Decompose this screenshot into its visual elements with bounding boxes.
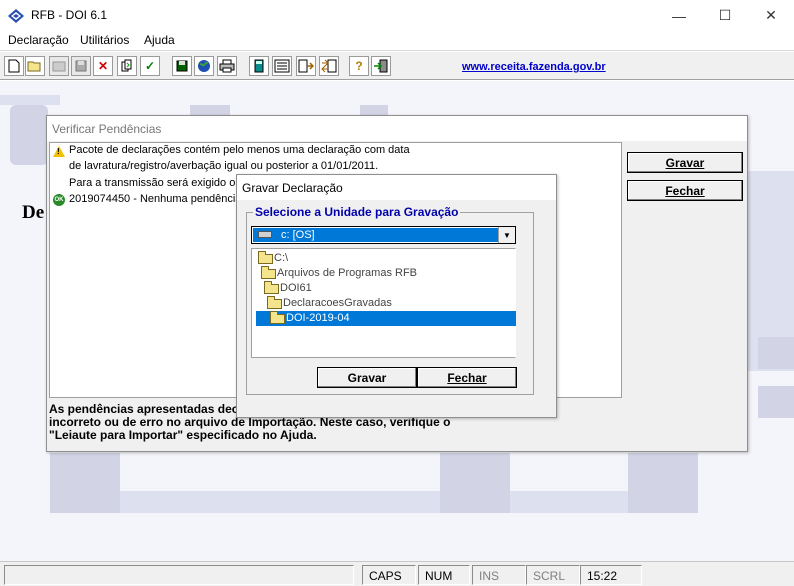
background-shape — [758, 337, 794, 369]
directory-name: DOI-2019-04 — [286, 312, 350, 324]
directory-item-selected[interactable]: DOI-2019-04 — [256, 311, 516, 326]
gravar-button-label: Gravar — [665, 155, 705, 170]
menu-utilitarios[interactable]: Utilitários — [80, 33, 129, 47]
help-icon[interactable]: ? — [349, 56, 369, 76]
background-shape — [510, 491, 628, 513]
save-disk-icon[interactable] — [172, 56, 192, 76]
scrl-indicator: SCRL — [526, 565, 580, 585]
import-icon[interactable] — [296, 56, 316, 76]
message-line: Pacote de declarações contém pelo menos … — [69, 144, 410, 156]
background-shape — [10, 105, 48, 165]
message-line: Para a transmissão será exigido o ce — [69, 177, 250, 189]
gravar-declaracao-dialog: Gravar Declaração Selecione a Unidade pa… — [236, 174, 557, 418]
validate-icon[interactable]: ✓ — [140, 56, 160, 76]
menu-bar: Declaração Utilitários Ajuda — [0, 31, 794, 51]
maximize-button[interactable]: ☐ — [702, 0, 748, 31]
minimize-button[interactable]: — — [656, 0, 702, 31]
save-icon[interactable] — [71, 56, 91, 76]
open-icon[interactable] — [25, 56, 45, 76]
menu-ajuda[interactable]: Ajuda — [144, 33, 175, 47]
close-button[interactable]: ✕ — [748, 0, 794, 31]
background-shape — [440, 453, 510, 513]
message-line: 2019074450 - Nenhuma pendência — [69, 193, 242, 205]
ins-indicator: INS — [472, 565, 526, 585]
background-text: De — [22, 202, 45, 223]
internet-icon[interactable] — [194, 56, 214, 76]
directory-name: Arquivos de Programas RFB — [277, 267, 417, 279]
toolbar: ✕ ✓ ? www.receita.fazenda.gov.br — [0, 52, 794, 80]
directory-name: DeclaracoesGravadas — [283, 297, 392, 309]
copy-icon[interactable] — [117, 56, 137, 76]
delete-icon[interactable]: ✕ — [93, 56, 113, 76]
drive-label: c: [OS] — [281, 229, 315, 241]
directory-item[interactable]: C:\ — [256, 251, 288, 266]
folder-open-icon — [267, 296, 282, 309]
print-icon[interactable] — [217, 56, 237, 76]
export-icon[interactable] — [319, 56, 339, 76]
directory-name: DOI61 — [280, 282, 312, 294]
group-label: Selecione a Unidade para Gravação — [253, 205, 461, 219]
directory-name: C:\ — [274, 252, 289, 264]
background-shape — [120, 491, 440, 513]
fechar-button[interactable]: Fechar — [627, 180, 743, 201]
status-message-panel — [4, 565, 354, 585]
gravar-button[interactable]: Gravar — [317, 367, 417, 388]
caps-indicator: CAPS — [362, 565, 416, 585]
status-bar: CAPS NUM INS SCRL 15:22 — [0, 561, 794, 586]
title-bar: RFB - DOI 6.1 — ☐ ✕ — [0, 0, 794, 31]
exit-icon[interactable] — [371, 56, 391, 76]
fechar-button-label: Fechar — [447, 370, 487, 385]
directory-item[interactable]: Arquivos de Programas RFB — [256, 266, 417, 281]
clock: 15:22 — [580, 565, 642, 585]
folder-open-icon — [261, 266, 276, 279]
background-shape — [190, 105, 230, 115]
background-shape — [758, 386, 794, 418]
gravar-button-label: Gravar — [347, 370, 387, 385]
num-indicator: NUM — [418, 565, 470, 585]
gravar-button[interactable]: Gravar — [627, 152, 743, 173]
warning-icon: ! — [53, 146, 65, 157]
window-title: RFB - DOI 6.1 — [31, 8, 108, 22]
disabled-icon[interactable] — [49, 56, 69, 76]
fechar-button[interactable]: Fechar — [417, 367, 517, 388]
receita-link[interactable]: www.receita.fazenda.gov.br — [462, 61, 606, 73]
directory-item[interactable]: DeclaracoesGravadas — [256, 296, 392, 311]
drive-select[interactable]: c: [OS] ▼ — [251, 226, 516, 244]
ok-status-icon: OK — [53, 194, 65, 206]
fechar-button-label: Fechar — [665, 183, 705, 198]
folder-open-icon — [264, 281, 279, 294]
dialog-title: Gravar Declaração — [237, 175, 556, 200]
rfb-logo-icon — [8, 9, 24, 23]
chevron-down-icon[interactable]: ▼ — [498, 227, 515, 243]
background-shape — [628, 453, 698, 513]
background-shape — [0, 95, 60, 105]
folder-open-icon — [270, 311, 285, 324]
note-line: "Leiaute para Importar" especificado no … — [49, 428, 317, 442]
directory-list[interactable]: C:\ Arquivos de Programas RFB DOI61 Decl… — [251, 248, 516, 358]
form-icon[interactable] — [272, 56, 292, 76]
background-shape — [50, 453, 120, 513]
new-icon[interactable] — [4, 56, 24, 76]
calculator-icon[interactable] — [249, 56, 269, 76]
folder-open-icon — [258, 251, 273, 264]
drive-icon — [258, 231, 272, 238]
directory-item[interactable]: DOI61 — [256, 281, 312, 296]
message-line: de lavratura/registro/averbação igual ou… — [69, 160, 379, 172]
dialog-title: Verificar Pendências — [47, 116, 747, 141]
menu-declaracao[interactable]: Declaração — [8, 33, 69, 47]
drive-selected-value: c: [OS] — [253, 228, 498, 242]
background-shape — [360, 105, 388, 115]
